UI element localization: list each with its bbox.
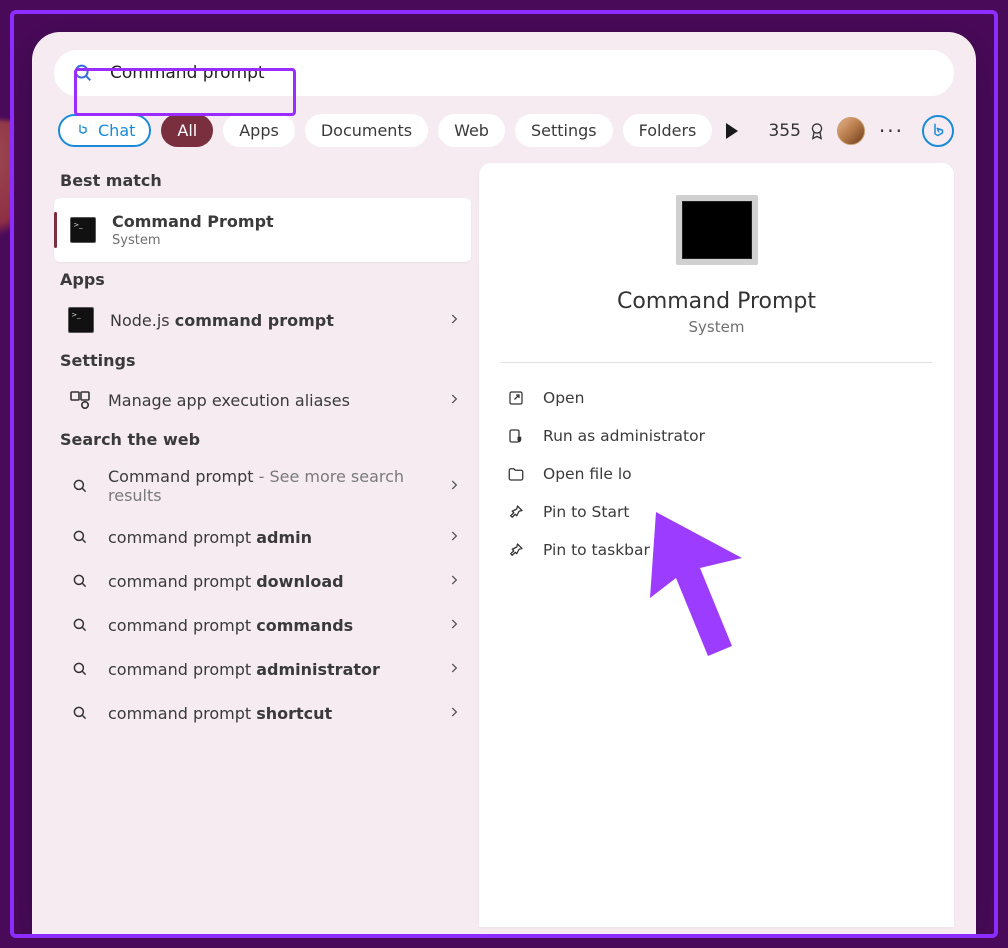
filter-apps[interactable]: Apps: [223, 114, 295, 147]
rewards-points[interactable]: 355: [768, 121, 826, 141]
results-column: Best match Command Prompt System Apps No…: [54, 163, 475, 927]
search-icon: [71, 704, 89, 722]
points-value: 355: [768, 121, 800, 141]
best-match-title: Command Prompt: [112, 212, 274, 231]
search-icon: [71, 572, 89, 590]
action-open-file-location[interactable]: Open file lo: [501, 455, 932, 493]
filter-all[interactable]: All: [161, 114, 213, 147]
bing-icon: [929, 122, 947, 140]
detail-subtitle: System: [501, 318, 932, 336]
chevron-right-icon: [447, 616, 461, 635]
best-match-subtitle: System: [112, 233, 459, 248]
web-result[interactable]: command prompt commands: [54, 603, 471, 647]
chevron-right-icon: [447, 572, 461, 591]
filter-folders[interactable]: Folders: [623, 114, 713, 147]
shield-admin-icon: [507, 427, 525, 445]
filter-settings[interactable]: Settings: [515, 114, 613, 147]
bing-chat-icon: [74, 122, 92, 140]
action-open[interactable]: Open: [501, 379, 932, 417]
web-result-label: command prompt shortcut: [108, 704, 447, 723]
command-prompt-icon: [70, 217, 96, 243]
filter-row: Chat All Apps Documents Web Settings Fol…: [54, 112, 954, 163]
search-input[interactable]: [108, 62, 936, 84]
detail-pane: Command Prompt System Open Run as admini…: [479, 163, 954, 927]
more-filters-arrow-icon[interactable]: [726, 123, 738, 139]
pin-icon: [507, 541, 525, 559]
chevron-right-icon: [447, 477, 461, 496]
web-result-label: command prompt commands: [108, 616, 447, 635]
rewards-medal-icon: [807, 121, 827, 141]
search-icon: [71, 528, 89, 546]
search-icon: [71, 477, 89, 495]
app-result[interactable]: Node.js command prompt: [54, 297, 471, 343]
chevron-right-icon: [447, 528, 461, 547]
chevron-right-icon: [447, 311, 461, 330]
web-result[interactable]: command prompt administrator: [54, 647, 471, 691]
best-match-result[interactable]: Command Prompt System: [54, 198, 471, 262]
nodejs-cmd-icon: [68, 307, 94, 333]
search-icon: [72, 62, 94, 84]
user-avatar[interactable]: [837, 117, 865, 145]
filter-web[interactable]: Web: [438, 114, 505, 147]
app-alias-icon: [68, 388, 92, 412]
more-menu-button[interactable]: ···: [875, 119, 908, 143]
settings-result-label: Manage app execution aliases: [108, 391, 447, 410]
filter-documents[interactable]: Documents: [305, 114, 428, 147]
folder-icon: [507, 465, 525, 483]
settings-result[interactable]: Manage app execution aliases: [54, 378, 471, 422]
search-panel: Chat All Apps Documents Web Settings Fol…: [32, 32, 976, 934]
web-result-label: command prompt admin: [108, 528, 447, 547]
action-pin-to-start[interactable]: Pin to Start: [501, 493, 932, 531]
section-settings: Settings: [60, 351, 465, 370]
chevron-right-icon: [447, 660, 461, 679]
web-result[interactable]: Command prompt - See more search results: [54, 457, 471, 515]
web-result-label: Command prompt - See more search results: [108, 467, 447, 505]
section-best-match: Best match: [60, 171, 465, 190]
pin-icon: [507, 503, 525, 521]
web-result[interactable]: command prompt admin: [54, 515, 471, 559]
section-web: Search the web: [60, 430, 465, 449]
chevron-right-icon: [447, 704, 461, 723]
bing-button[interactable]: [922, 115, 954, 147]
search-icon: [71, 660, 89, 678]
action-pin-to-taskbar[interactable]: Pin to taskbar: [501, 531, 932, 569]
action-run-as-administrator[interactable]: Run as administrator: [501, 417, 932, 455]
section-apps: Apps: [60, 270, 465, 289]
web-result[interactable]: command prompt shortcut: [54, 691, 471, 735]
web-result[interactable]: command prompt download: [54, 559, 471, 603]
search-icon: [71, 616, 89, 634]
detail-title: Command Prompt: [501, 289, 932, 314]
chevron-right-icon: [447, 391, 461, 410]
app-result-label: Node.js command prompt: [110, 311, 447, 330]
open-icon: [507, 389, 525, 407]
web-result-label: command prompt administrator: [108, 660, 447, 679]
search-bar[interactable]: [54, 50, 954, 96]
web-result-label: command prompt download: [108, 572, 447, 591]
chat-pill[interactable]: Chat: [58, 114, 151, 147]
chat-label: Chat: [98, 121, 135, 140]
detail-app-icon: [676, 195, 758, 265]
divider: [501, 362, 932, 363]
